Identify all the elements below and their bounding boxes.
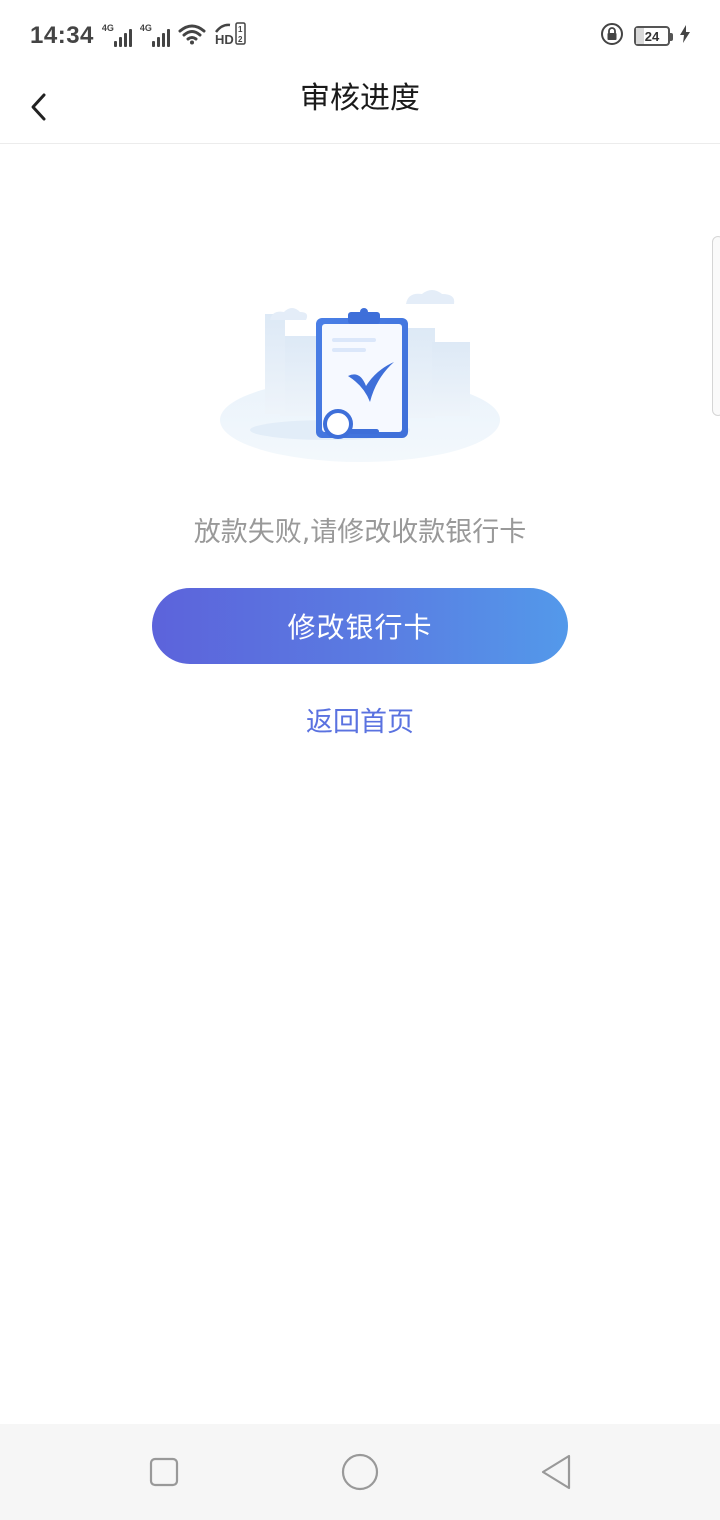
- status-bar: 14:34 4G 4G HD 1 2 24: [0, 0, 720, 72]
- side-handle[interactable]: [712, 236, 720, 416]
- lock-icon: [600, 22, 624, 50]
- recent-apps-icon[interactable]: [144, 1452, 184, 1492]
- page-title: 审核进度: [300, 81, 420, 116]
- home-icon[interactable]: [340, 1452, 380, 1492]
- system-nav-bar: [0, 1424, 720, 1520]
- app-screen: 14:34 4G 4G HD 1 2 24 审核进度 放款失败,请修改收款银行卡…: [0, 0, 720, 1520]
- status-right: 24: [600, 22, 690, 50]
- clipboard-rejected-illustration: [210, 278, 510, 468]
- signal-icon: 4G: [139, 23, 170, 47]
- return-home-link[interactable]: 返回首页: [306, 707, 414, 738]
- battery-icon: 24: [634, 26, 673, 46]
- back-icon[interactable]: [536, 1452, 576, 1492]
- network-type-label: 4G: [101, 23, 114, 33]
- status-message: 放款失败,请修改收款银行卡: [193, 517, 527, 548]
- battery-level-text: 24: [644, 28, 660, 44]
- return-home-link-row: 返回首页: [0, 700, 720, 739]
- hd-icon: HD 1 2: [214, 22, 246, 50]
- edit-bank-card-button[interactable]: 修改银行卡: [152, 588, 568, 664]
- status-time: 14:34: [30, 22, 94, 49]
- wifi-icon: [178, 23, 206, 49]
- network-type-label: 4G: [139, 23, 152, 33]
- svg-text:2: 2: [238, 35, 243, 44]
- svg-text:HD: HD: [215, 32, 234, 46]
- status-left: 14:34 4G 4G HD 1 2: [30, 22, 246, 50]
- charging-icon: [680, 25, 690, 47]
- signal-icon: 4G: [101, 23, 132, 47]
- nav-bar: 审核进度: [0, 72, 720, 144]
- svg-text:1: 1: [238, 25, 243, 34]
